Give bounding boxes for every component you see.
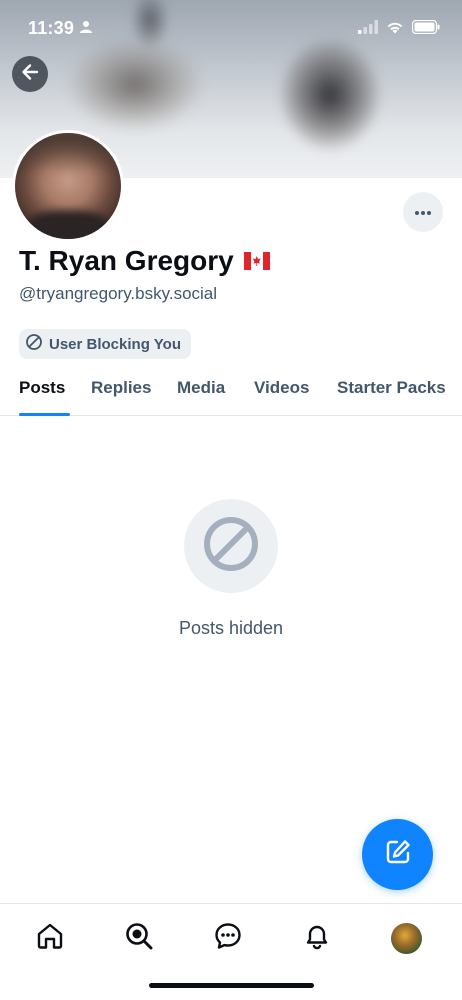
posts-hidden-text: Posts hidden xyxy=(178,618,284,638)
nav-chat[interactable] xyxy=(210,920,246,956)
battery-icon xyxy=(411,19,440,39)
active-tab-indicator xyxy=(19,413,70,416)
tab-media[interactable]: Media xyxy=(177,378,225,398)
cellular-signal-icon xyxy=(358,20,378,39)
block-icon xyxy=(25,333,43,356)
nav-notifications[interactable] xyxy=(299,920,335,956)
search-icon xyxy=(124,921,154,956)
nav-profile[interactable] xyxy=(388,920,424,956)
posts-hidden-icon-circle xyxy=(184,499,278,593)
nav-home[interactable] xyxy=(32,920,68,956)
profile-handle: @tryangregory.bsky.social xyxy=(19,284,218,303)
arrow-left-icon xyxy=(19,61,41,88)
tab-posts[interactable]: Posts xyxy=(19,378,65,398)
display-name-row: T. Ryan Gregory xyxy=(19,245,270,277)
badge-label: User Blocking You xyxy=(49,335,181,353)
profile-avatar-icon xyxy=(390,922,422,954)
person-icon xyxy=(80,20,92,39)
wifi-icon xyxy=(386,20,404,39)
user-blocking-badge[interactable]: User Blocking You xyxy=(19,329,191,359)
chat-icon xyxy=(213,921,243,956)
avatar-hair xyxy=(15,133,121,173)
back-button[interactable] xyxy=(12,56,48,92)
tab-starter-packs[interactable]: Starter Packs xyxy=(337,378,446,398)
status-bar: 11:39 xyxy=(0,0,462,56)
banner-shape xyxy=(280,40,380,150)
nav-search[interactable] xyxy=(121,920,157,956)
canada-flag-icon xyxy=(243,252,270,270)
display-name: T. Ryan Gregory xyxy=(19,245,234,276)
block-icon xyxy=(201,514,261,579)
ellipsis-icon xyxy=(414,203,432,221)
tab-replies[interactable]: Replies xyxy=(91,378,151,398)
home-icon xyxy=(35,921,65,956)
profile-tabs: Posts Replies Media Videos Starter Packs xyxy=(0,368,462,416)
more-options-button[interactable] xyxy=(403,192,443,232)
profile-avatar[interactable] xyxy=(12,130,124,242)
compose-post-button[interactable] xyxy=(362,819,433,890)
tab-videos[interactable]: Videos xyxy=(254,378,309,398)
avatar-shirt xyxy=(25,211,111,239)
status-icons xyxy=(358,19,440,39)
bell-icon xyxy=(302,921,332,956)
status-time: 11:39 xyxy=(28,18,75,38)
home-indicator xyxy=(149,983,314,988)
compose-icon xyxy=(383,837,413,872)
